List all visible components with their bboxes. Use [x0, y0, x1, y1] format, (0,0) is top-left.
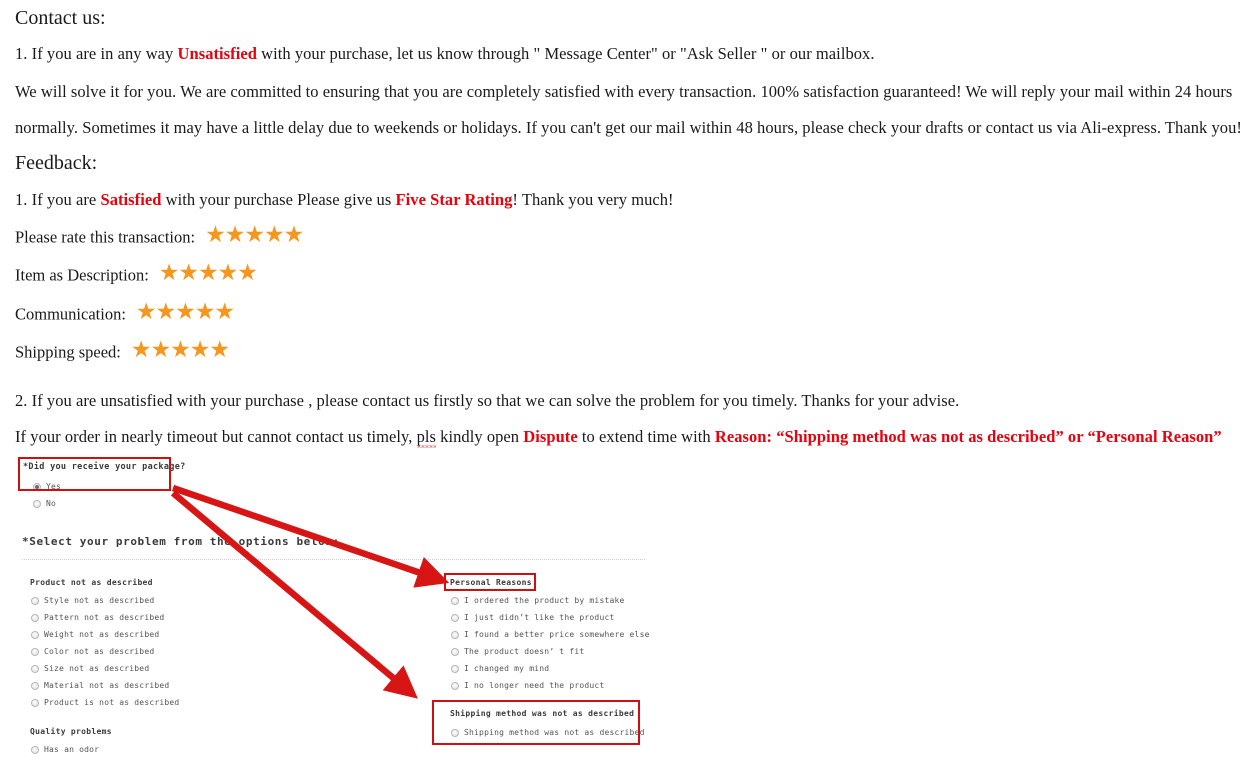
unsatisfied-highlight: Unsatisfied: [177, 44, 257, 63]
contact-paragraph-3-text: normally. Sometimes it may have a little…: [15, 118, 1242, 137]
star-rating-communication: ★★★★★: [135, 299, 235, 325]
annotation-arrows: [170, 484, 450, 699]
rating-row-item-as-description: Item as Description: ★★★★★: [15, 260, 258, 288]
rating-label-communication: Communication:: [15, 304, 126, 324]
star-icon: ★: [205, 222, 226, 248]
star-icon: ★: [178, 260, 199, 286]
misspelled-word: pls: [416, 427, 436, 446]
satisfied-highlight: Satisfied: [100, 190, 162, 209]
star-icon: ★: [283, 222, 305, 248]
star-rating-shipping-speed: ★★★★★: [130, 337, 230, 363]
contact-us-heading: Contact us:: [0, 8, 106, 28]
dispute-paragraph-text-b: kindly open: [436, 427, 524, 446]
star-icon: ★: [214, 299, 235, 325]
star-rating-item-as-description: ★★★★★: [158, 260, 258, 286]
star-icon: ★: [224, 222, 246, 248]
star-icon: ★: [189, 337, 211, 363]
dispute-paragraph: If your order in nearly timeout but cann…: [0, 427, 1222, 446]
feedback-item-1-text-c: ! Thank you very much!: [512, 190, 674, 209]
unsatisfied-paragraph: 2. If you are unsatisfied with your purc…: [0, 391, 960, 410]
star-rating-transaction: ★★★★★: [205, 222, 305, 248]
rating-row-communication: Communication: ★★★★★: [15, 299, 235, 327]
rating-row-transaction: Please rate this transaction: ★★★★★: [15, 222, 305, 250]
dispute-form-screenshot: *Did you receive your package? Yes No *S…: [0, 455, 1255, 765]
star-icon: ★: [194, 299, 216, 325]
feedback-item-1-text-a: 1. If you are: [15, 190, 101, 209]
dispute-paragraph-text-c: to extend time with: [577, 427, 715, 446]
feedback-heading-text: Feedback:: [15, 152, 98, 174]
rating-label-transaction: Please rate this transaction:: [15, 227, 196, 247]
star-icon: ★: [158, 260, 180, 286]
contact-us-heading-text: Contact us:: [15, 7, 106, 29]
dispute-reason-highlight: Reason: “Shipping method was not as desc…: [714, 427, 1222, 446]
star-icon: ★: [135, 299, 157, 325]
star-icon: ★: [209, 337, 230, 363]
star-icon: ★: [217, 260, 239, 286]
star-icon: ★: [175, 299, 196, 325]
contact-paragraph-2-text: We will solve it for you. We are committ…: [15, 82, 1233, 101]
contact-item-1: 1. If you are in any way Unsatisfied wit…: [0, 44, 875, 63]
dispute-paragraph-text-a: If your order in nearly timeout but cann…: [15, 427, 417, 446]
star-icon: ★: [263, 222, 285, 248]
feedback-item-1: 1. If you are Satisfied with your purcha…: [0, 190, 674, 209]
dispute-highlight: Dispute: [523, 427, 578, 446]
rating-label-item-as-description: Item as Description:: [15, 265, 149, 285]
contact-item-1-text-b: with your purchase, let us know through …: [256, 44, 875, 63]
rating-label-shipping-speed: Shipping speed:: [15, 342, 121, 362]
star-icon: ★: [237, 260, 258, 286]
contact-paragraph-3: normally. Sometimes it may have a little…: [0, 118, 1242, 137]
contact-paragraph-2: We will solve it for you. We are committ…: [0, 82, 1233, 101]
star-icon: ★: [244, 222, 265, 248]
five-star-rating-highlight: Five Star Rating: [395, 190, 513, 209]
star-icon: ★: [198, 260, 219, 286]
feedback-item-1-text-b: with your purchase Please give us: [161, 190, 396, 209]
arrow-to-shipping-method: [170, 490, 418, 699]
star-icon: ★: [170, 337, 191, 363]
rating-row-shipping-speed: Shipping speed: ★★★★★: [15, 337, 230, 365]
star-icon: ★: [150, 337, 172, 363]
arrow-to-personal-reasons: [171, 484, 450, 588]
star-icon: ★: [130, 337, 152, 363]
contact-item-1-text-a: 1. If you are in any way: [15, 44, 178, 63]
star-icon: ★: [155, 299, 177, 325]
feedback-heading: Feedback:: [0, 153, 97, 173]
unsatisfied-paragraph-text: 2. If you are unsatisfied with your purc…: [15, 391, 960, 410]
